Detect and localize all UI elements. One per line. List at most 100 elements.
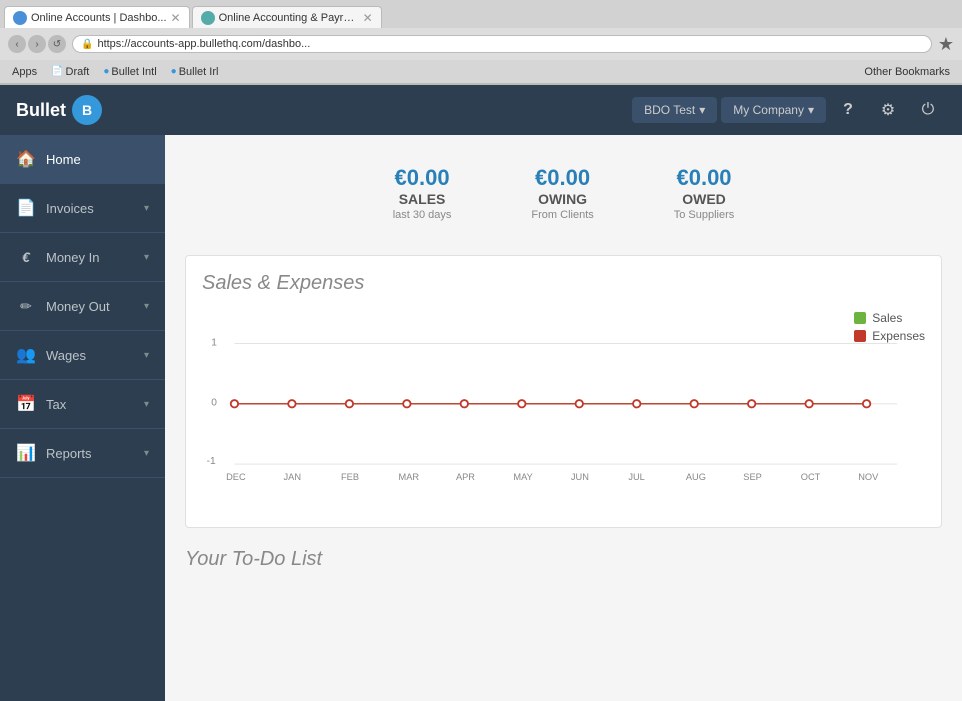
draft-bookmark[interactable]: 📄 Draft [47, 65, 93, 79]
todo-title: Your To-Do List [185, 548, 942, 571]
bdo-dropdown-icon: ▾ [699, 103, 705, 117]
stat-owed-label: OWED [674, 191, 735, 207]
wages-arrow-icon: ▾ [144, 350, 149, 361]
chart-legend: Sales Expenses [854, 311, 925, 343]
stat-owing-label: OWING [531, 191, 593, 207]
logo-icon: B [72, 95, 102, 125]
sidebar-item-money-in[interactable]: € Money In ▾ [0, 233, 165, 282]
tab-2[interactable]: Online Accounting & Payro... ✕ [192, 6, 382, 28]
tab-1-close[interactable]: ✕ [171, 11, 181, 25]
stat-sales: €0.00 SALES last 30 days [393, 165, 452, 221]
sidebar-item-home[interactable]: 🏠 Home [0, 135, 165, 184]
expenses-legend-label: Expenses [872, 329, 925, 343]
chart-title: Sales & Expenses [202, 272, 925, 295]
stat-sales-sub: last 30 days [393, 209, 452, 221]
main-layout: 🏠 Home 📄 Invoices ▾ € Money In ▾ ✏ Money… [0, 135, 962, 701]
my-company-button[interactable]: My Company ▾ [721, 97, 826, 123]
power-icon: ⏻ [922, 101, 935, 119]
bullet-intl-bookmark[interactable]: ● Bullet Intl [99, 65, 160, 79]
bdo-test-button[interactable]: BDO Test ▾ [632, 97, 717, 123]
wages-icon: 👥 [16, 345, 36, 365]
sidebar-item-money-in-label: Money In [46, 250, 134, 265]
address-bar-row: ‹ › ↺ 🔒 https://accounts-app.bullethq.co… [0, 28, 962, 60]
tab-2-favicon [201, 11, 215, 25]
svg-text:1: 1 [211, 337, 217, 348]
reports-arrow-icon: ▾ [144, 448, 149, 459]
chart-container: Sales Expenses 1 0 -1 [202, 311, 925, 511]
logo-text: Bullet [16, 100, 66, 121]
invoices-arrow-icon: ▾ [144, 203, 149, 214]
money-out-arrow-icon: ▾ [144, 301, 149, 312]
legend-expenses: Expenses [854, 329, 925, 343]
bullet-irl-bookmark[interactable]: ● Bullet Irl [167, 65, 223, 79]
svg-text:OCT: OCT [801, 472, 821, 482]
svg-text:NOV: NOV [858, 472, 879, 482]
tab-1[interactable]: Online Accounts | Dashbo... ✕ [4, 6, 190, 28]
bookmark-bar: Apps 📄 Draft ● Bullet Intl ● Bullet Irl … [0, 60, 962, 84]
tab-bar: Online Accounts | Dashbo... ✕ Online Acc… [0, 0, 962, 28]
sidebar-item-home-label: Home [46, 152, 149, 167]
tab-1-title: Online Accounts | Dashbo... [31, 12, 167, 24]
invoices-icon: 📄 [16, 198, 36, 218]
svg-text:APR: APR [456, 472, 475, 482]
tab-2-title: Online Accounting & Payro... [219, 12, 359, 24]
stat-owing: €0.00 OWING From Clients [531, 165, 593, 221]
sidebar-item-money-out[interactable]: ✏ Money Out ▾ [0, 282, 165, 331]
sidebar-item-reports[interactable]: 📊 Reports ▾ [0, 429, 165, 478]
tab-1-favicon [13, 11, 27, 25]
chart-section: Sales & Expenses Sales Expenses 1 0 [185, 255, 942, 528]
logo-area: Bullet B [16, 95, 632, 125]
reports-icon: 📊 [16, 443, 36, 463]
money-in-arrow-icon: ▾ [144, 252, 149, 263]
expenses-legend-dot [854, 330, 866, 342]
address-box[interactable]: 🔒 https://accounts-app.bullethq.com/dash… [72, 35, 932, 53]
settings-button[interactable]: ⚙ [870, 92, 906, 128]
svg-text:MAY: MAY [513, 472, 532, 482]
reload-button[interactable]: ↺ [48, 35, 66, 53]
svg-text:FEB: FEB [341, 472, 359, 482]
sidebar-item-wages[interactable]: 👥 Wages ▾ [0, 331, 165, 380]
sidebar-item-wages-label: Wages [46, 348, 134, 363]
back-button[interactable]: ‹ [8, 35, 26, 53]
stat-owing-amount: €0.00 [531, 165, 593, 191]
tax-icon: 📅 [16, 394, 36, 414]
stat-owed: €0.00 OWED To Suppliers [674, 165, 735, 221]
svg-text:-1: -1 [207, 456, 216, 467]
sidebar-item-reports-label: Reports [46, 446, 134, 461]
tab-2-close[interactable]: ✕ [363, 11, 373, 25]
sales-legend-dot [854, 312, 866, 324]
lock-icon: 🔒 [81, 39, 93, 50]
company-dropdown-icon: ▾ [808, 103, 814, 117]
svg-text:JUL: JUL [628, 472, 644, 482]
bookmark-star-icon[interactable]: ★ [938, 34, 954, 55]
sidebar-item-tax[interactable]: 📅 Tax ▾ [0, 380, 165, 429]
sidebar-item-money-out-label: Money Out [46, 299, 134, 314]
forward-button[interactable]: › [28, 35, 46, 53]
help-button[interactable]: ? [830, 92, 866, 128]
home-icon: 🏠 [16, 149, 36, 169]
svg-text:JUN: JUN [571, 472, 589, 482]
nav-buttons: ‹ › ↺ [8, 35, 66, 53]
other-bookmarks[interactable]: Other Bookmarks [860, 65, 954, 79]
stats-bar: €0.00 SALES last 30 days €0.00 OWING Fro… [185, 155, 942, 231]
stat-owing-sub: From Clients [531, 209, 593, 221]
stat-sales-amount: €0.00 [393, 165, 452, 191]
app-header: Bullet B BDO Test ▾ My Company ▾ ? ⚙ ⏻ [0, 85, 962, 135]
gear-icon: ⚙ [881, 100, 895, 120]
sidebar: 🏠 Home 📄 Invoices ▾ € Money In ▾ ✏ Money… [0, 135, 165, 701]
sidebar-item-invoices-label: Invoices [46, 201, 134, 216]
header-nav: BDO Test ▾ My Company ▾ ? ⚙ ⏻ [632, 92, 946, 128]
sidebar-item-invoices[interactable]: 📄 Invoices ▾ [0, 184, 165, 233]
tax-arrow-icon: ▾ [144, 399, 149, 410]
sales-legend-label: Sales [872, 311, 902, 325]
apps-bookmark[interactable]: Apps [8, 65, 41, 79]
money-out-icon: ✏ [16, 296, 36, 316]
stat-owed-sub: To Suppliers [674, 209, 735, 221]
money-in-icon: € [16, 247, 36, 267]
svg-text:JAN: JAN [284, 472, 301, 482]
power-button[interactable]: ⏻ [910, 92, 946, 128]
svg-text:SEP: SEP [743, 472, 762, 482]
chart-svg: 1 0 -1 [202, 311, 925, 491]
address-text: https://accounts-app.bullethq.com/dashbo… [97, 38, 310, 50]
svg-text:AUG: AUG [686, 472, 706, 482]
